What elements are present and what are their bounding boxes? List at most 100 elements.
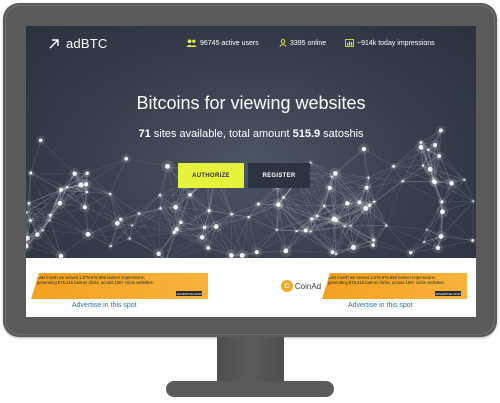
ad-brand: C CoinAd: [280, 273, 322, 299]
network-node: [282, 195, 285, 199]
network-line: [231, 213, 277, 231]
network-line: [386, 181, 404, 226]
network-line: [129, 232, 175, 239]
network-node: [427, 166, 433, 172]
network-node: [108, 192, 112, 196]
network-node: [159, 207, 162, 210]
network-line: [248, 186, 278, 218]
network-line: [305, 230, 333, 253]
top-bar: adBTC 96745 active users 3395 online ~91…: [26, 26, 476, 61]
network-node: [295, 230, 298, 233]
network-node: [345, 201, 350, 206]
network-node: [372, 238, 376, 242]
network-node: [247, 215, 250, 219]
network-node: [408, 250, 413, 255]
banner-ad-right[interactable]: C CoinAd Last month we served 1,079,975,…: [280, 273, 467, 299]
network-line: [84, 207, 111, 247]
network-node: [435, 245, 441, 251]
network-node: [28, 218, 32, 223]
network-node: [437, 154, 442, 158]
stat-label: ~914k today impressions: [357, 39, 435, 47]
network-node: [431, 179, 436, 184]
network-node: [440, 200, 444, 204]
network-node: [371, 243, 375, 247]
network-node: [131, 224, 133, 227]
network-node: [350, 244, 356, 250]
network-node: [367, 176, 370, 179]
network-node: [202, 225, 207, 230]
network-node: [275, 228, 278, 231]
network-node: [199, 235, 205, 240]
network-line: [49, 220, 89, 235]
network-node: [440, 235, 443, 237]
network-node: [78, 182, 84, 188]
network-node: [349, 224, 352, 227]
network-node: [35, 232, 40, 237]
network-line: [86, 191, 118, 224]
network-node: [124, 156, 129, 161]
subtitle-end: satoshis: [320, 128, 364, 140]
network-node: [427, 148, 430, 152]
network-node: [29, 171, 33, 175]
network-line: [472, 201, 474, 241]
banner-ad-left[interactable]: Last month we served 1,079,975,856 banne…: [26, 273, 208, 299]
ad-brand-name: CoinAd: [294, 281, 322, 291]
network-line: [393, 165, 423, 167]
chart-icon: [345, 39, 354, 47]
monitor-stand-neck: [217, 337, 284, 383]
network-node: [128, 237, 131, 240]
network-node: [330, 175, 333, 178]
network-line: [441, 200, 474, 203]
network-line: [296, 230, 333, 253]
arrow-up-right-icon: [49, 38, 59, 48]
ad-line-2: generating 875,415 banner clicks, across…: [37, 280, 154, 286]
network-node: [213, 224, 219, 229]
ad-cta-button[interactable]: ADVERTISE NOW: [435, 291, 461, 296]
network-node: [309, 230, 312, 233]
network-line: [30, 140, 42, 174]
hero-subtitle: 71 sites available, total amount 515.9 s…: [26, 128, 476, 140]
network-line: [464, 179, 474, 202]
subtitle-mid: sites available, total amount: [150, 128, 293, 140]
ad-cta-button[interactable]: ADVERTISE NOW: [176, 291, 202, 296]
coinad-logo-icon: C: [280, 280, 293, 292]
network-node: [322, 204, 326, 208]
network-node: [60, 189, 63, 192]
ad-line-2: generating 875,415 banner clicks, across…: [328, 280, 445, 286]
network-node: [256, 202, 260, 206]
network-node: [82, 205, 87, 210]
network-node: [357, 200, 362, 205]
network-node: [425, 228, 428, 231]
advertise-link-left[interactable]: Advertise in this spot: [72, 302, 137, 309]
register-button[interactable]: REGISTER: [248, 163, 310, 188]
network-node: [373, 200, 376, 203]
network-node: [174, 227, 179, 232]
network-line: [30, 172, 61, 204]
hero-section: adBTC 96745 active users 3395 online ~91…: [26, 26, 476, 258]
network-node: [385, 224, 388, 227]
network-node: [401, 179, 404, 183]
authorize-button[interactable]: AUTHORIZE: [178, 163, 244, 188]
monitor-stand-base: [166, 381, 334, 397]
network-line: [373, 201, 375, 241]
network-node: [364, 185, 369, 190]
advertise-link-right[interactable]: Advertise in this spot: [348, 302, 413, 309]
logo[interactable]: adBTC: [48, 36, 107, 51]
network-node: [72, 171, 77, 176]
network-line: [132, 225, 177, 230]
network-node: [48, 213, 52, 217]
network-line: [442, 211, 473, 241]
stat-impressions: ~914k today impressions: [345, 39, 435, 47]
network-line: [87, 234, 130, 239]
stat-label: 3395 online: [290, 39, 327, 47]
network-line: [167, 166, 176, 208]
network-node: [332, 170, 338, 176]
network-line: [84, 206, 121, 220]
hero-title: Bitcoins for viewing websites: [136, 93, 366, 113]
network-node: [343, 225, 346, 228]
network-node: [109, 244, 112, 248]
network-node: [276, 202, 281, 207]
network-node: [315, 214, 319, 218]
network-node: [471, 239, 475, 242]
network-node: [254, 250, 259, 255]
